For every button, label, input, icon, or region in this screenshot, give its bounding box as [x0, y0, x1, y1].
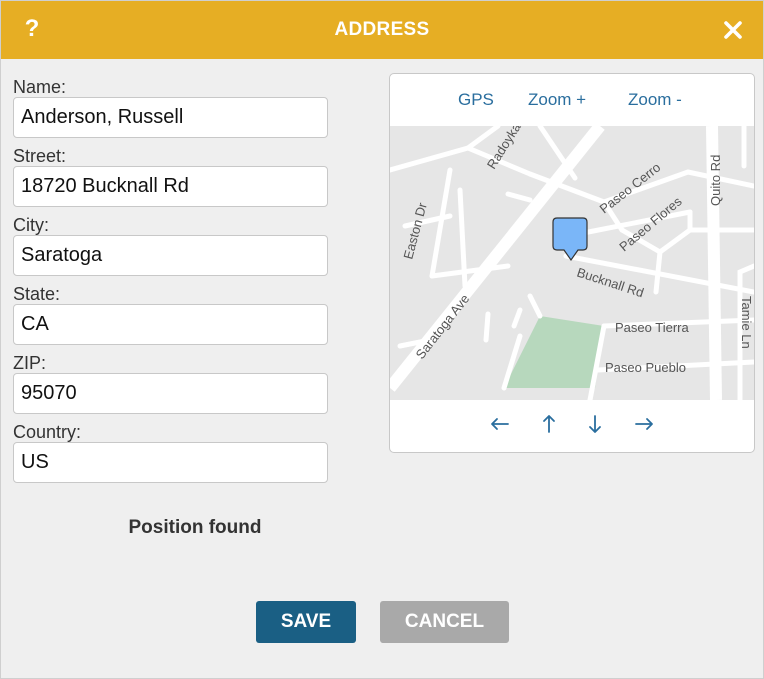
street-input[interactable] — [13, 166, 328, 207]
state-input[interactable] — [13, 304, 328, 345]
cancel-button[interactable]: CANCEL — [380, 601, 509, 643]
pan-right-arrow-icon[interactable] — [630, 410, 658, 438]
city-input[interactable] — [13, 235, 328, 276]
street-label: Street: — [13, 146, 67, 166]
dialog-title: ADDRESS — [334, 19, 430, 40]
street-label-quito-rd: Quito Rd — [708, 155, 723, 206]
street-label-tamie-ln: Tamie Ln — [739, 296, 754, 349]
pan-down-arrow-icon[interactable] — [581, 410, 609, 438]
zoom-out-button[interactable]: Zoom - — [628, 90, 682, 110]
zip-input[interactable] — [13, 373, 328, 414]
pan-left-arrow-icon[interactable] — [486, 410, 514, 438]
state-field-group: State: — [13, 278, 329, 347]
state-label: State: — [13, 284, 61, 304]
city-field-group: City: — [13, 209, 329, 278]
street-label-paseo-tierra: Paseo Tierra — [615, 320, 689, 335]
zoom-in-button[interactable]: Zoom + — [528, 90, 586, 110]
address-dialog: ? ADDRESS Name: Street: City: State: ZIP… — [0, 0, 764, 679]
dialog-titlebar: ? ADDRESS — [1, 1, 763, 59]
map-nav — [390, 400, 754, 452]
country-label: Country: — [13, 422, 82, 442]
close-icon[interactable] — [719, 16, 747, 44]
name-input[interactable] — [13, 97, 328, 138]
status-message: Position found — [128, 517, 262, 538]
map-view[interactable]: Saratoga Ave Radoyka Easton Dr Paseo Cer… — [390, 119, 754, 403]
pan-up-arrow-icon[interactable] — [535, 410, 563, 438]
name-label: Name: — [13, 77, 67, 97]
zip-label: ZIP: — [13, 353, 47, 373]
city-label: City: — [13, 215, 49, 235]
name-field-group: Name: — [13, 71, 329, 140]
street-field-group: Street: — [13, 140, 329, 209]
map-panel: GPS Zoom + Zoom - Saratoga Ave Radoyka E… — [389, 73, 755, 453]
gps-button[interactable]: GPS — [458, 90, 494, 110]
map-toolbar: GPS Zoom + Zoom - — [390, 74, 754, 126]
save-button[interactable]: SAVE — [256, 601, 356, 643]
zip-field-group: ZIP: — [13, 347, 329, 416]
street-map: Saratoga Ave Radoyka Easton Dr Paseo Cer… — [390, 119, 754, 403]
address-form: Name: Street: City: State: ZIP: Country: — [13, 71, 329, 485]
country-input[interactable] — [13, 442, 328, 483]
country-field-group: Country: — [13, 416, 329, 485]
street-label-paseo-pueblo: Paseo Pueblo — [605, 360, 686, 375]
